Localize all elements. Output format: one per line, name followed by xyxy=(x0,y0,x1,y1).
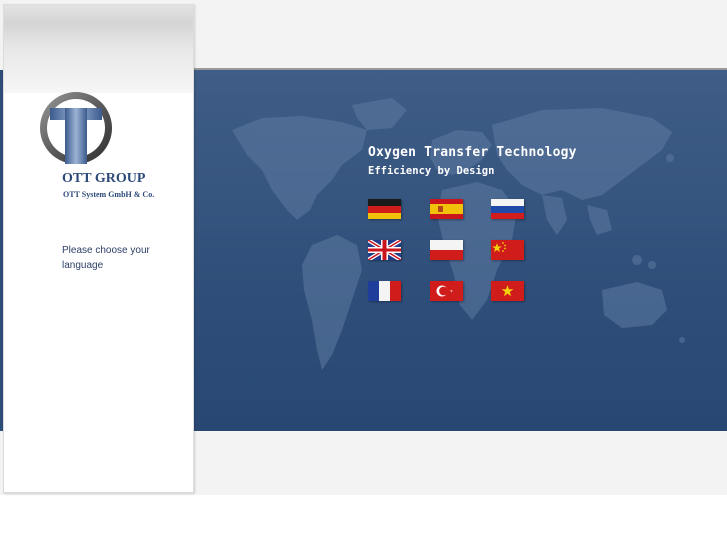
language-spanish-button[interactable] xyxy=(430,199,463,219)
hero-tagline: Efficiency by Design xyxy=(368,165,495,177)
language-prompt: Please choose your language xyxy=(62,245,150,271)
uk-flag-icon xyxy=(368,240,401,260)
poland-flag-icon xyxy=(430,240,463,260)
sidebar-header xyxy=(4,5,193,93)
russia-flag-icon xyxy=(491,199,524,219)
language-polish-button[interactable] xyxy=(430,240,463,260)
language-chinese-button[interactable] xyxy=(491,240,524,260)
hero-banner: Oxygen Transfer Technology Efficiency by… xyxy=(192,70,727,431)
vietnam-flag-icon xyxy=(491,281,524,301)
language-turkish-button[interactable] xyxy=(430,281,463,301)
hero-headline: Oxygen Transfer Technology xyxy=(368,145,577,160)
language-vietnamese-button[interactable] xyxy=(491,281,524,301)
company-name: OTT GROUP xyxy=(62,171,146,186)
language-english-button[interactable] xyxy=(368,240,401,260)
china-flag-icon xyxy=(491,240,524,260)
france-flag-icon xyxy=(368,281,401,301)
germany-flag-icon xyxy=(368,199,401,219)
ott-logo-icon xyxy=(36,90,116,175)
language-russian-button[interactable] xyxy=(491,199,524,219)
spain-flag-icon xyxy=(430,199,463,219)
language-french-button[interactable] xyxy=(368,281,401,301)
turkey-flag-icon xyxy=(430,281,463,301)
language-german-button[interactable] xyxy=(368,199,401,219)
company-subtitle: OTT System GmbH & Co. xyxy=(63,190,155,199)
